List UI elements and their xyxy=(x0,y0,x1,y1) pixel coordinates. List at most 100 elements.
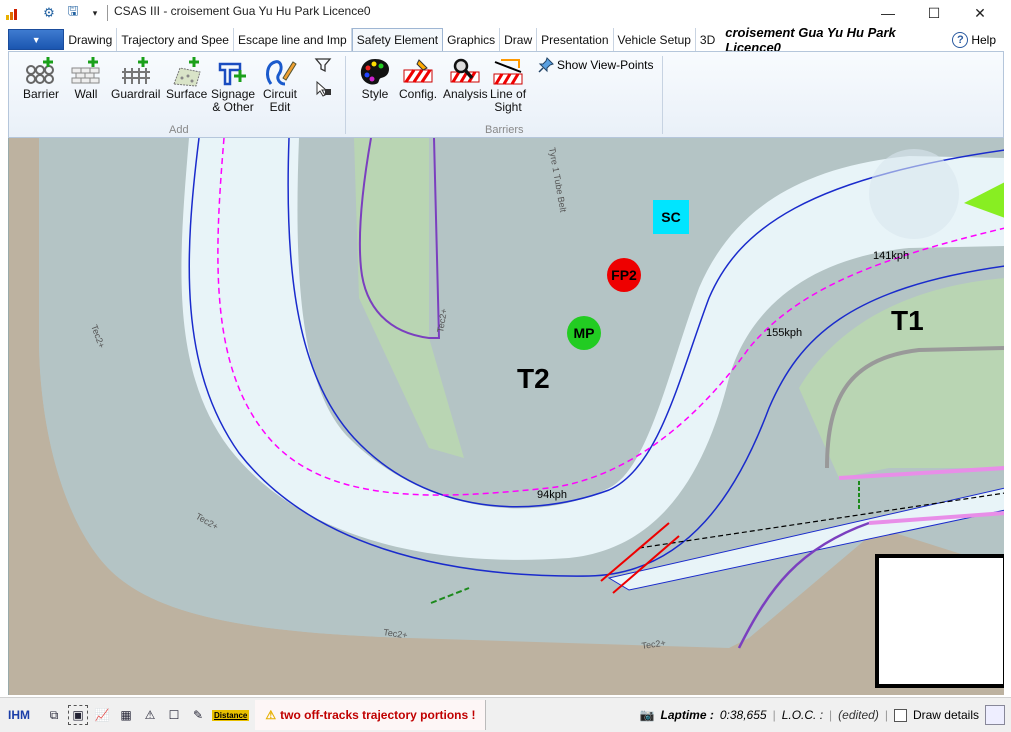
add-group-label: Add xyxy=(169,124,189,136)
line-of-sight-icon xyxy=(491,56,525,88)
status-separator-3: | xyxy=(884,708,888,722)
tab-safety-element[interactable]: Safety Element xyxy=(351,28,444,51)
filter-icon xyxy=(314,58,332,73)
pin-icon xyxy=(538,57,554,73)
tab-graphics[interactable]: Graphics xyxy=(443,28,501,51)
surface-icon xyxy=(170,56,204,88)
speed-label-155: 155kph xyxy=(766,327,802,339)
maximize-button[interactable]: ☐ xyxy=(911,0,957,26)
analysis-button[interactable]: Analysis xyxy=(443,56,488,101)
speed-label-141: 141kph xyxy=(873,250,909,262)
settings-quick-icon[interactable]: ⚙ xyxy=(40,4,58,22)
save-quick-icon[interactable]: 🖫 xyxy=(64,3,82,22)
line-of-sight-button[interactable]: Line of Sight xyxy=(490,56,526,114)
pencil-icon[interactable]: ✎ xyxy=(188,705,208,725)
turn-t2-label: T2 xyxy=(517,363,550,394)
cone-icon[interactable]: ⚠ xyxy=(140,705,160,725)
wall-label: Wall xyxy=(74,87,98,101)
watermark-logo xyxy=(869,149,959,239)
group-separator-2 xyxy=(662,56,663,134)
line-chart-icon[interactable]: 📈 xyxy=(92,705,112,725)
window-title: CSAS III - croisement Gua Yu Hu Park Lic… xyxy=(114,4,371,18)
tab-draw[interactable]: Draw xyxy=(500,28,538,51)
add-signage-button[interactable]: Signage & Other xyxy=(211,56,255,114)
tab-presentation[interactable]: Presentation xyxy=(537,28,614,51)
signage-label-line2: & Other xyxy=(212,100,254,114)
draw-details-label: Draw details xyxy=(912,708,979,722)
app-logo-icon xyxy=(6,9,17,20)
status-separator-2: | xyxy=(829,708,833,722)
show-view-points-button[interactable]: Show View-Points xyxy=(538,57,654,73)
warning-text: two off-tracks trajectory portions ! xyxy=(280,708,476,722)
tab-escape-line[interactable]: Escape line and Imp xyxy=(234,28,352,51)
chevron-down-icon: ▼ xyxy=(31,34,41,45)
wall-icon xyxy=(69,56,103,88)
config-button[interactable]: Config. xyxy=(399,56,437,101)
track-map-svg[interactable]: SC FP2 MP T2 T1 94kph 155kph 141kph Tyre… xyxy=(9,138,1004,695)
title-bar: ⚙ 🖫 ▾ CSAS III - croisement Gua Yu Hu Pa… xyxy=(0,0,1011,26)
bar-chart-icon[interactable]: ▦ xyxy=(116,705,136,725)
frame-icon[interactable]: ☐ xyxy=(164,705,184,725)
group-separator xyxy=(345,56,346,134)
circuit-label-line2: Edit xyxy=(269,100,291,114)
draw-details-checkbox[interactable] xyxy=(893,708,907,722)
status-separator: | xyxy=(772,708,776,722)
style-button[interactable]: Style xyxy=(358,56,392,101)
ihm-label[interactable]: IHM xyxy=(8,708,30,722)
show-view-points-label: Show View-Points xyxy=(557,58,654,72)
add-guardrail-button[interactable]: Guardrail xyxy=(111,56,160,101)
ribbon-panel: Barrier Wall Guardrail Surface Signage &… xyxy=(8,51,1004,138)
tab-vehicle-setup[interactable]: Vehicle Setup xyxy=(614,28,696,51)
guardrail-icon xyxy=(119,56,153,88)
mp-label: MP xyxy=(574,325,595,341)
zoom-window-icon[interactable]: ⧉ xyxy=(44,705,64,725)
tab-3d[interactable]: 3D xyxy=(696,28,719,51)
palette-icon xyxy=(358,56,392,88)
warning-message: ⚠ two off-tracks trajectory portions ! xyxy=(255,700,487,730)
help-button[interactable]: ? Help xyxy=(952,28,1004,51)
add-barrier-button[interactable]: Barrier xyxy=(23,56,59,101)
loc-label: L.O.C. : xyxy=(781,708,824,722)
tab-drawing[interactable]: Drawing xyxy=(64,28,118,51)
close-button[interactable]: ✕ xyxy=(957,0,1003,26)
help-icon: ? xyxy=(952,31,969,48)
file-menu-button[interactable]: ▼ xyxy=(8,29,65,50)
turn-t1-label: T1 xyxy=(891,305,924,336)
select-lock-button[interactable] xyxy=(314,80,332,98)
add-surface-button[interactable]: Surface xyxy=(166,56,207,101)
filter-button[interactable] xyxy=(314,56,332,74)
analysis-label: Analysis xyxy=(443,87,488,101)
track-map-canvas[interactable]: SC FP2 MP T2 T1 94kph 155kph 141kph Tyre… xyxy=(8,138,1004,695)
quick-access-dropdown-icon[interactable]: ▾ xyxy=(86,4,104,22)
grid-toggle-icon[interactable] xyxy=(985,705,1005,725)
3d-cube-icon[interactable]: ▣ xyxy=(68,705,88,725)
style-label: Style xyxy=(361,87,389,101)
warning-icon: ⚠ xyxy=(265,708,277,722)
analysis-magnifier-icon xyxy=(448,56,482,88)
add-wall-button[interactable]: Wall xyxy=(69,56,103,101)
project-title: croisement Gua Yu Hu Park Licence0 xyxy=(725,24,896,55)
config-label: Config. xyxy=(399,87,438,101)
laptime-value: 0:38,655 xyxy=(719,708,767,722)
tab-trajectory[interactable]: Trajectory and Spee xyxy=(117,28,234,51)
title-separator xyxy=(107,5,108,21)
los-label-line2: Sight xyxy=(494,100,522,114)
barrier-label: Barrier xyxy=(23,87,60,101)
speed-label-94: 94kph xyxy=(537,489,567,501)
surface-label: Surface xyxy=(166,87,208,101)
status-bar: IHM ⧉ ▣ 📈 ▦ ⚠ ☐ ✎ Distance ⚠ two off-tra… xyxy=(0,697,1011,732)
distance-tool-button[interactable]: Distance xyxy=(212,709,250,721)
camera-icon: 📷 xyxy=(639,708,655,722)
circuit-edit-button[interactable]: Circuit Edit xyxy=(263,56,297,114)
help-label: Help xyxy=(971,32,996,47)
laptime-label: Laptime : xyxy=(660,708,714,722)
circuit-edit-icon xyxy=(263,56,297,88)
ribbon-tab-row: ▼ Drawing Trajectory and Spee Escape lin… xyxy=(8,24,1004,55)
minimize-button[interactable]: — xyxy=(865,0,911,26)
edited-status: (edited) xyxy=(838,708,879,722)
sc-label: SC xyxy=(661,209,680,225)
guardrail-label: Guardrail xyxy=(111,87,161,101)
building-block xyxy=(875,554,1004,688)
signage-icon xyxy=(216,56,250,88)
fp2-label: FP2 xyxy=(611,267,637,283)
